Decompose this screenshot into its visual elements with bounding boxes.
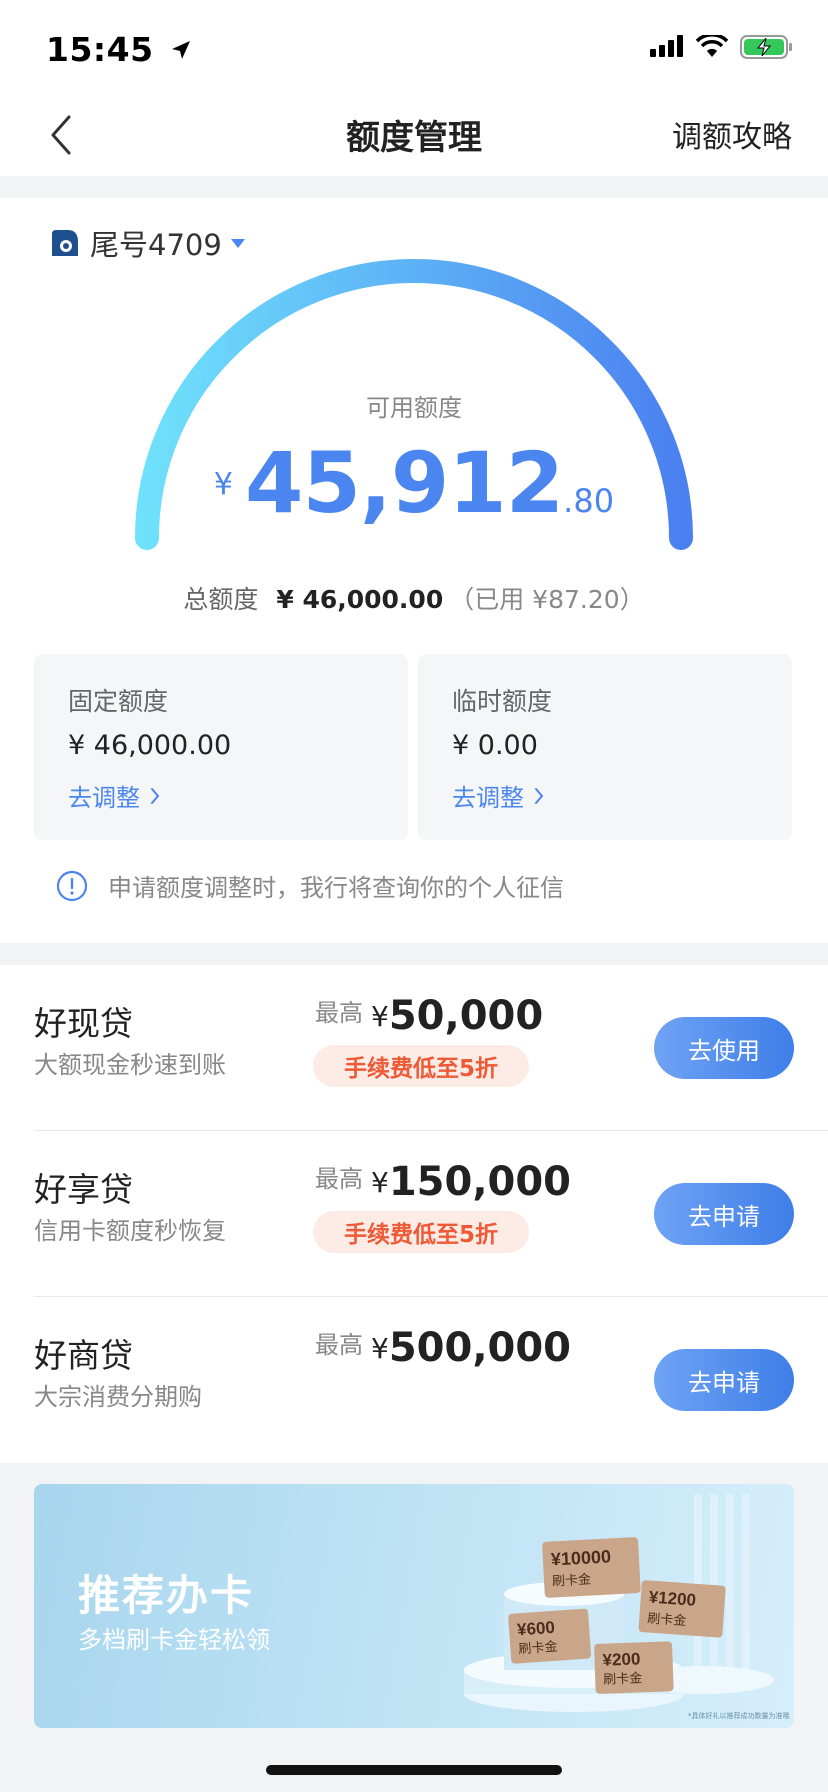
banner-subtitle: 多档刷卡金轻松领	[78, 1626, 270, 1654]
loan-name: 好现贷	[34, 1004, 133, 1043]
total-limit-value: ¥ 46,000.00	[276, 585, 444, 614]
credit-check-notice: 申请额度调整时，我行将查询你的个人征信	[56, 868, 564, 903]
fixed-limit-value: ¥ 46,000.00	[68, 730, 232, 761]
voucher-amount: ¥10000	[550, 1546, 611, 1569]
total-limit-label: 总额度	[183, 585, 259, 614]
voucher-label: 刷卡金	[552, 1571, 592, 1589]
card-recommendation-banner[interactable]: 推荐办卡 多档刷卡金轻松领 ¥10000 刷卡金 ¥1200 刷卡金 ¥600 …	[34, 1484, 794, 1728]
loan-currency-symbol: ¥	[371, 1166, 389, 1199]
banner-illustration: ¥10000 刷卡金 ¥1200 刷卡金 ¥600 刷卡金 ¥200 刷卡金 *…	[464, 1494, 790, 1720]
cellular-signal-icon	[650, 35, 683, 57]
loan-description: 信用卡额度秒恢复	[34, 1217, 226, 1245]
use-loan-button[interactable]: 去使用	[654, 1017, 794, 1079]
status-bar: 15:45	[0, 0, 828, 96]
currency-symbol: ¥	[213, 467, 234, 502]
location-arrow-icon	[171, 41, 190, 59]
banner-title: 推荐办卡	[78, 1571, 255, 1620]
available-amount-integer: 45,912	[245, 434, 564, 532]
available-limit-amount: ¥45,912.80	[0, 434, 828, 532]
credit-limit-card: 尾号4709 可用额度 ¥45,912.80 总额度 ¥ 46,000.00 （已用…	[0, 198, 828, 943]
voucher-label: 刷卡金	[603, 1670, 643, 1687]
loan-max-label: 最高	[315, 1331, 363, 1359]
status-icons	[650, 34, 794, 60]
loan-name: 好商贷	[34, 1336, 133, 1375]
total-limit-line: 总额度 ¥ 46,000.00 （已用 ¥87.20）	[0, 580, 828, 616]
loan-products-list: 好现贷 大额现金秒速到账 最高 ¥50,000 手续费低至5折 去使用 好享贷 信…	[0, 965, 828, 1463]
adjust-link-label: 去调整	[68, 784, 140, 812]
loan-max-value: 150,000	[388, 1159, 572, 1205]
loan-item-haoshangdai: 好商贷 大宗消费分期购 最高 ¥500,000 去申请	[0, 1297, 828, 1463]
info-icon	[56, 870, 88, 901]
limit-guide-link[interactable]: 调额攻略	[672, 112, 792, 156]
available-amount-decimal: .80	[563, 482, 615, 520]
loan-max-amount: 最高 ¥50,000	[315, 993, 543, 1039]
available-limit-label: 可用额度	[366, 394, 462, 422]
loan-description: 大宗消费分期购	[34, 1383, 202, 1411]
voucher-label: 刷卡金	[518, 1639, 558, 1658]
wifi-icon	[696, 35, 728, 57]
fixed-limit-box: 固定额度 ¥ 46,000.00 去调整	[34, 654, 408, 840]
loan-item-haoxiandai: 好现贷 大额现金秒速到账 最高 ¥50,000 手续费低至5折 去使用	[0, 965, 828, 1131]
loan-max-amount: 最高 ¥500,000	[315, 1325, 571, 1371]
temporary-limit-box: 临时额度 ¥ 0.00 去调整	[418, 654, 792, 840]
loan-name: 好享贷	[34, 1170, 133, 1209]
fee-discount-badge: 手续费低至5折	[313, 1211, 529, 1253]
voucher-label: 刷卡金	[647, 1610, 687, 1629]
adjust-link-label: 去调整	[452, 784, 524, 812]
loan-description: 大额现金秒速到账	[34, 1051, 226, 1079]
chevron-right-icon	[151, 787, 160, 804]
apply-loan-button[interactable]: 去申请	[654, 1349, 794, 1411]
loan-currency-symbol: ¥	[371, 1000, 389, 1033]
temporary-limit-title: 临时额度	[452, 687, 553, 716]
fixed-limit-title: 固定额度	[68, 687, 169, 716]
status-time: 15:45	[46, 30, 192, 69]
used-amount: （已用 ¥87.20）	[449, 585, 645, 614]
adjust-temporary-limit-link[interactable]: 去调整	[452, 778, 544, 813]
banner-footnote: *具体好礼以推荐成功数量为准哦	[688, 1711, 790, 1720]
voucher-amount: ¥200	[602, 1649, 640, 1669]
voucher-amount: ¥600	[516, 1618, 555, 1640]
temporary-limit-value: ¥ 0.00	[452, 730, 538, 761]
home-indicator	[266, 1765, 562, 1775]
fee-discount-badge: 手续费低至5折	[313, 1045, 529, 1087]
loan-max-amount: 最高 ¥150,000	[315, 1159, 571, 1205]
chevron-right-icon	[535, 787, 544, 804]
bank-logo-icon	[52, 230, 78, 256]
loan-currency-symbol: ¥	[371, 1332, 389, 1365]
loan-max-label: 最高	[315, 1165, 363, 1193]
loan-max-value: 500,000	[388, 1325, 572, 1371]
nav-bar: 额度管理 调额攻略	[0, 96, 828, 176]
apply-loan-button[interactable]: 去申请	[654, 1183, 794, 1245]
loan-max-label: 最高	[315, 999, 363, 1027]
voucher-amount: ¥1200	[648, 1588, 696, 1610]
battery-charging-icon	[740, 35, 792, 59]
loan-item-haoxiangdai: 好享贷 信用卡额度秒恢复 最高 ¥150,000 手续费低至5折 去申请	[0, 1131, 828, 1297]
notice-text: 申请额度调整时，我行将查询你的个人征信	[108, 874, 564, 902]
adjust-fixed-limit-link[interactable]: 去调整	[68, 778, 160, 813]
loan-max-value: 50,000	[388, 993, 544, 1039]
